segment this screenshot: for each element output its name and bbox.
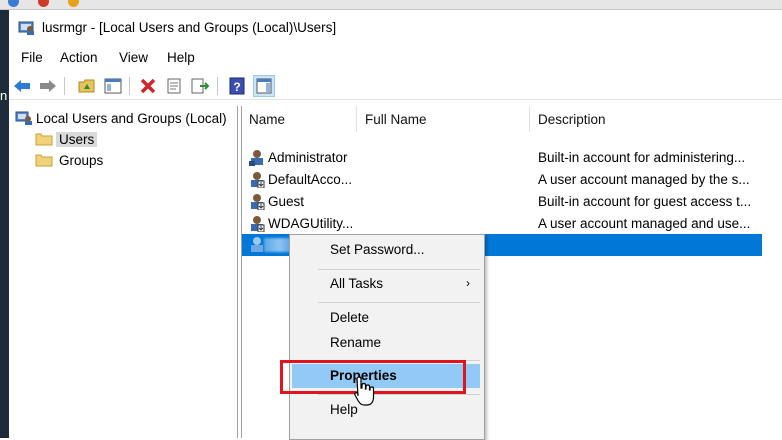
help-icon[interactable]: ?: [227, 76, 247, 96]
user-icon: [249, 150, 263, 166]
show-hide-action-pane-icon[interactable]: [253, 75, 275, 97]
properties-icon[interactable]: [164, 76, 184, 96]
cell-name: Administrator: [268, 150, 348, 165]
menu-view[interactable]: View: [119, 50, 148, 65]
tree-item-groups-label: Groups: [59, 152, 104, 168]
menu-item-all-tasks[interactable]: All Tasks ›: [292, 272, 480, 296]
delete-icon[interactable]: [138, 76, 158, 96]
menu-item-label: Rename: [330, 335, 382, 350]
tree-item-users-label: Users: [56, 131, 98, 147]
window-title: lusrmgr - [Local Users and Groups (Local…: [42, 20, 337, 35]
up-folder-icon[interactable]: [77, 76, 97, 96]
cell-description: Built-in account for administering...: [538, 150, 746, 165]
menu-separator: [318, 302, 480, 303]
desktop-left-strip: n: [0, 10, 9, 438]
menu-item-label: Delete: [330, 310, 370, 325]
folder-icon: [35, 132, 53, 146]
taskbar-icon: [38, 0, 49, 7]
list-item[interactable]: DefaultAcco... A user account managed by…: [242, 169, 762, 191]
tree-root[interactable]: Local Users and Groups (Local): [15, 108, 227, 128]
column-divider[interactable]: [529, 106, 530, 132]
menu-separator: [318, 394, 480, 395]
column-header-description[interactable]: Description: [538, 106, 606, 132]
console-tree: Local Users and Groups (Local) Users Gro…: [9, 106, 238, 438]
taskbar-icon: [8, 0, 19, 7]
back-icon[interactable]: [12, 76, 32, 96]
tree-item-groups[interactable]: Groups: [35, 150, 103, 170]
chevron-right-icon: ›: [466, 276, 470, 290]
export-list-icon[interactable]: [190, 76, 210, 96]
computer-users-icon: [15, 111, 32, 125]
desktop-glyph: n: [0, 88, 8, 103]
column-header-name[interactable]: Name: [249, 106, 285, 132]
cell-name: WDAGUtility...: [268, 216, 354, 231]
list-item[interactable]: WDAGUtility... A user account managed an…: [242, 213, 762, 235]
menu-action[interactable]: Action: [60, 50, 98, 65]
tree-root-label: Local Users and Groups (Local): [36, 110, 227, 126]
menu-item-label: All Tasks: [330, 276, 384, 291]
user-icon: [251, 194, 265, 210]
hand-cursor-icon: [354, 376, 375, 406]
toolbar-separator: [64, 77, 65, 95]
column-header-full-name[interactable]: Full Name: [365, 106, 427, 132]
forward-icon[interactable]: [38, 76, 58, 96]
toolbar-separator: [129, 77, 130, 95]
menu-separator: [318, 269, 480, 270]
menu-help[interactable]: Help: [167, 50, 195, 65]
menu-item-label: Set Password...: [330, 242, 425, 257]
toolbar: ?: [9, 73, 782, 100]
user-icon: [251, 172, 265, 188]
show-hide-tree-icon[interactable]: [103, 76, 123, 96]
menu-item-set-password[interactable]: Set Password...: [292, 238, 480, 262]
list-item[interactable]: Administrator Built-in account for admin…: [242, 147, 762, 169]
cell-name: DefaultAcco...: [268, 172, 353, 187]
cell-description: A user account managed by the s...: [538, 172, 750, 187]
menu-file[interactable]: File: [21, 50, 43, 65]
menu-bar: File Action View Help: [9, 46, 782, 70]
context-menu: Set Password... All Tasks › Delete Renam…: [289, 234, 485, 440]
cell-name: Guest: [268, 194, 305, 209]
title-bar[interactable]: lusrmgr - [Local Users and Groups (Local…: [9, 10, 782, 44]
tree-item-users[interactable]: Users: [35, 129, 98, 149]
toolbar-separator: [217, 77, 218, 95]
column-divider[interactable]: [356, 106, 357, 132]
menu-item-rename[interactable]: Rename: [292, 331, 480, 355]
desktop-top-strip: [0, 0, 782, 10]
menu-item-delete[interactable]: Delete: [292, 306, 480, 330]
list-item[interactable]: Guest Built-in account for guest access …: [242, 191, 762, 213]
folder-icon: [35, 153, 53, 167]
lusrmgr-app-icon: [18, 21, 34, 35]
cell-description: Built-in account for guest access t...: [538, 194, 752, 209]
taskbar-icon: [68, 0, 79, 7]
user-icon: [251, 216, 265, 232]
cell-description: A user account managed and use...: [538, 216, 751, 231]
menu-item-help[interactable]: Help: [292, 398, 480, 422]
svg-text:?: ?: [233, 80, 240, 94]
